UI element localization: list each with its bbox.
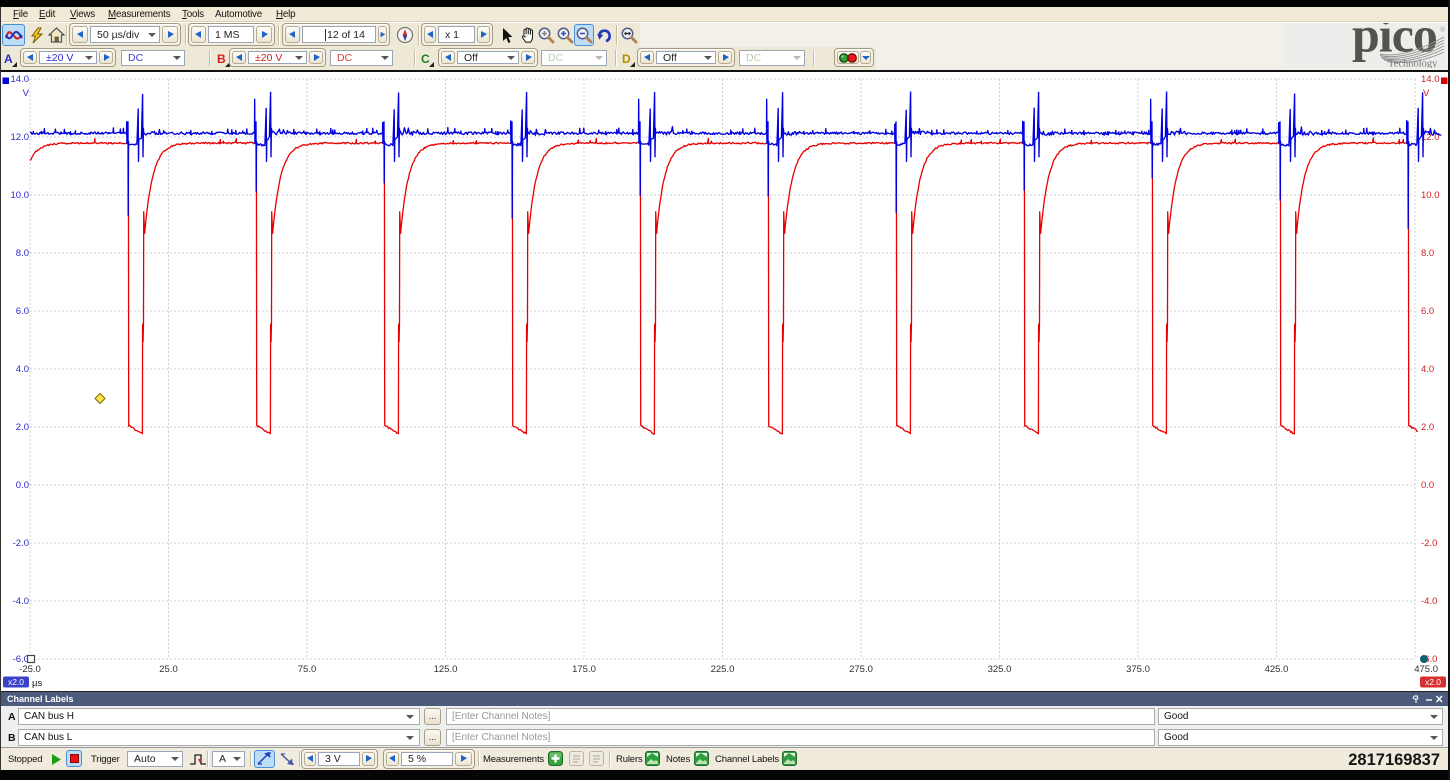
svg-text:6.0: 6.0 — [1421, 306, 1434, 317]
svg-text:0.0: 0.0 — [1421, 480, 1434, 491]
svg-text:-25.0: -25.0 — [19, 664, 41, 675]
svg-text:275.0: 275.0 — [849, 664, 873, 675]
svg-text:75.0: 75.0 — [298, 664, 317, 675]
svg-text:375.0: 375.0 — [1126, 664, 1150, 675]
svg-text:8.0: 8.0 — [1421, 248, 1434, 259]
svg-text:®: ® — [1440, 26, 1446, 34]
svg-text:Technology: Technology — [1388, 59, 1438, 69]
svg-text:14.0: 14.0 — [11, 74, 30, 85]
svg-text:175.0: 175.0 — [572, 664, 596, 675]
svg-text:2.0: 2.0 — [1421, 422, 1434, 433]
svg-text:6.0: 6.0 — [16, 306, 29, 317]
svg-text:125.0: 125.0 — [434, 664, 458, 675]
svg-text:225.0: 225.0 — [711, 664, 735, 675]
svg-text:325.0: 325.0 — [988, 664, 1012, 675]
svg-text:-2.0: -2.0 — [13, 538, 29, 549]
svg-text:8.0: 8.0 — [16, 248, 29, 259]
svg-text:12.0: 12.0 — [11, 132, 30, 143]
svg-text:10.0: 10.0 — [11, 190, 30, 201]
svg-text:4.0: 4.0 — [1421, 364, 1434, 375]
svg-text:V: V — [23, 88, 30, 99]
svg-text:2.0: 2.0 — [16, 422, 29, 433]
svg-text:V: V — [1423, 88, 1430, 99]
svg-text:4.0: 4.0 — [16, 364, 29, 375]
svg-text:µs: µs — [32, 678, 42, 689]
svg-text:x2.0: x2.0 — [1425, 677, 1441, 687]
svg-text:10.0: 10.0 — [1421, 190, 1440, 201]
svg-text:25.0: 25.0 — [159, 664, 178, 675]
svg-text:-2.0: -2.0 — [1421, 538, 1437, 549]
svg-text:-4.0: -4.0 — [13, 596, 29, 607]
svg-text:0.0: 0.0 — [16, 480, 29, 491]
svg-text:x2.0: x2.0 — [8, 677, 24, 687]
svg-text:14.0: 14.0 — [1421, 74, 1440, 85]
svg-text:-4.0: -4.0 — [1421, 596, 1437, 607]
svg-text:475.0: 475.0 — [1414, 664, 1438, 675]
svg-text:425.0: 425.0 — [1265, 664, 1289, 675]
